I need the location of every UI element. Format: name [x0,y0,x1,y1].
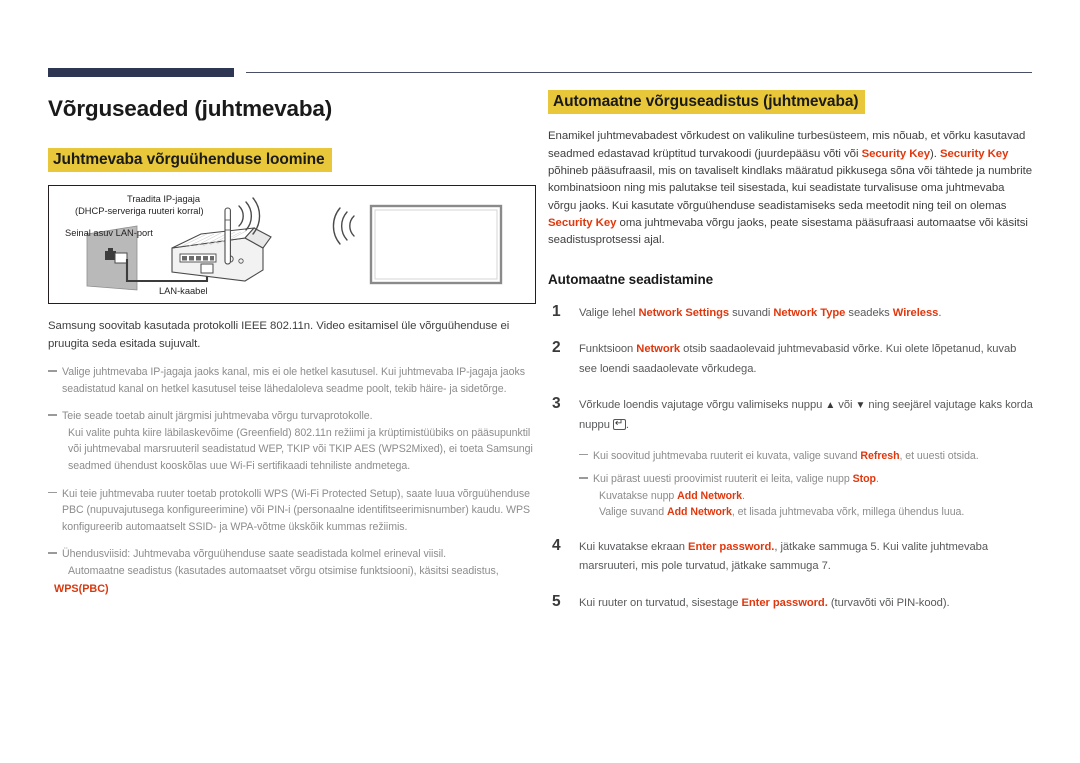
left-notes-list: Valige juhtmevaba IP-jagaja jaoks kanal,… [48,364,540,579]
diagram-label-router-line1: Traadita IP-jagaja [127,194,201,205]
emphasized-term: Security Key [548,217,617,229]
note-item: Kui soovitud juhtmevaba ruuterit ei kuva… [579,448,1034,465]
step-text: Funktsioon Network otsib saadaolevaid ju… [579,343,1017,375]
step-number: 4 [552,536,561,554]
note-continuation: Automaatne seadistus (kasutades automaat… [68,564,499,577]
emphasized-term: Wireless [892,306,939,319]
right-column: Automaatne võrguseadistus (juhtmevaba) E… [548,88,1034,613]
step-text: Kui kuvatakse ekraan Enter password., jä… [579,540,989,573]
page-title: Võrguseaded (juhtmevaba) [48,96,333,121]
dash-bullet-icon [48,552,57,554]
emphasized-term: Network Type [773,306,846,319]
step-text: Kui ruuter on turvatud, sisestage Enter … [579,596,950,609]
arrow-up-icon: ▲ [825,400,836,412]
emphasized-term: Refresh [860,449,900,462]
emphasized-term: Enter password. [688,540,775,553]
enter-key-icon [612,417,626,431]
step-text: Võrkude loendis vajutage võrgu valimisek… [579,399,1033,431]
diagram-label-lan-port: Seinal asuv LAN-port [65,228,153,239]
step-number: 5 [552,592,561,610]
note-continuation: Valige suvand Add Network, et lisada juh… [599,506,965,519]
numbered-step: 4 Kui kuvatakse ekraan Enter password., j… [548,536,1034,577]
wps-pbc-label: WPS(PBC) [54,583,109,596]
step-number: 1 [552,302,561,320]
emphasized-term: Security Key [861,147,930,160]
note-item: Ühendusviisid: Juhtmevaba võrguühenduse … [48,546,540,579]
note-continuation: Kuvatakse nupp Add Network. [599,489,745,502]
header-decoration [0,0,1080,90]
note-item: Valige juhtmevaba IP-jagaja jaoks kanal,… [48,364,540,397]
right-section-heading-wrap: Automaatne võrguseadistus (juhtmevaba) [548,90,1034,115]
emphasized-term: Network [636,343,681,356]
diagram-label-router-line2: (DHCP-serveriga ruuteri korral) [75,206,204,217]
auto-setup-steps: 1 Valige lehel Network Settings suvandi N… [548,302,1034,436]
emphasized-term: Add Network [667,506,732,519]
emphasized-term: Add Network [677,489,742,502]
right-intro-paragraph: Enamikel juhtmevabadest võrkudest on val… [548,130,1033,247]
note-item: Kui teie juhtmevaba ruuter toetab protok… [48,486,540,536]
left-intro-paragraph: Samsung soovitab kasutada protokolli IEE… [48,320,510,350]
dash-bullet-icon [48,414,57,417]
numbered-step: 2 Funktsioon Network otsib saadaolevaid j… [548,339,1034,379]
emphasized-term: Stop [852,473,876,486]
auto-setup-steps-tail: 4 Kui kuvatakse ekraan Enter password., j… [548,536,1034,614]
note-continuation: Kui valite puhta kiire läbilaskevõime (G… [68,426,533,472]
header-horizontal-rule [246,72,1032,73]
arrow-down-icon: ▼ [855,400,866,412]
step-text: Valige lehel Network Settings suvandi Ne… [579,306,942,319]
numbered-step: 5 Kui ruuter on turvatud, sisestage Enter… [548,592,1034,614]
emphasized-term: Enter password. [741,596,828,609]
network-diagram: Traadita IP-jagaja (DHCP-serveriga ruute… [48,185,536,305]
emphasized-term: Network Settings [638,306,730,319]
dash-bullet-icon [579,477,588,479]
network-diagram-svg [86,197,503,291]
right-section-heading: Automaatne võrguseadistus (juhtmevaba) [548,90,866,115]
diagram-label-lan-cable: LAN-kaabel [159,286,208,297]
left-section-heading: Juhtmevaba võrguühenduse loomine [48,148,332,173]
document-page: Võrguseaded (juhtmevaba) Juhtmevaba võrg… [0,0,1080,763]
left-section-heading-wrap: Juhtmevaba võrguühenduse loomine [48,148,540,173]
emphasized-term: Security Key [939,147,1009,160]
dash-bullet-icon [579,453,588,456]
step-number: 2 [552,339,561,357]
dash-bullet-icon [48,491,57,494]
dash-bullet-icon [48,370,57,372]
auto-setup-sub-heading: Automaatne seadistamine [548,271,714,287]
note-item: Kui pärast uuesti proovimist ruuterit ei… [579,471,1034,521]
step-number: 3 [552,395,561,413]
note-item: Teie seade toetab ainult järgmisi juhtme… [48,408,540,474]
numbered-step: 1 Valige lehel Network Settings suvandi N… [548,302,1034,324]
step3-notes-list: Kui soovitud juhtmevaba ruuterit ei kuva… [548,448,1034,521]
numbered-step: 3 Võrkude loendis vajutage võrgu valimise… [548,395,1034,435]
navy-accent-bar [48,68,234,77]
left-column: Võrguseaded (juhtmevaba) Juhtmevaba võrg… [48,88,540,597]
